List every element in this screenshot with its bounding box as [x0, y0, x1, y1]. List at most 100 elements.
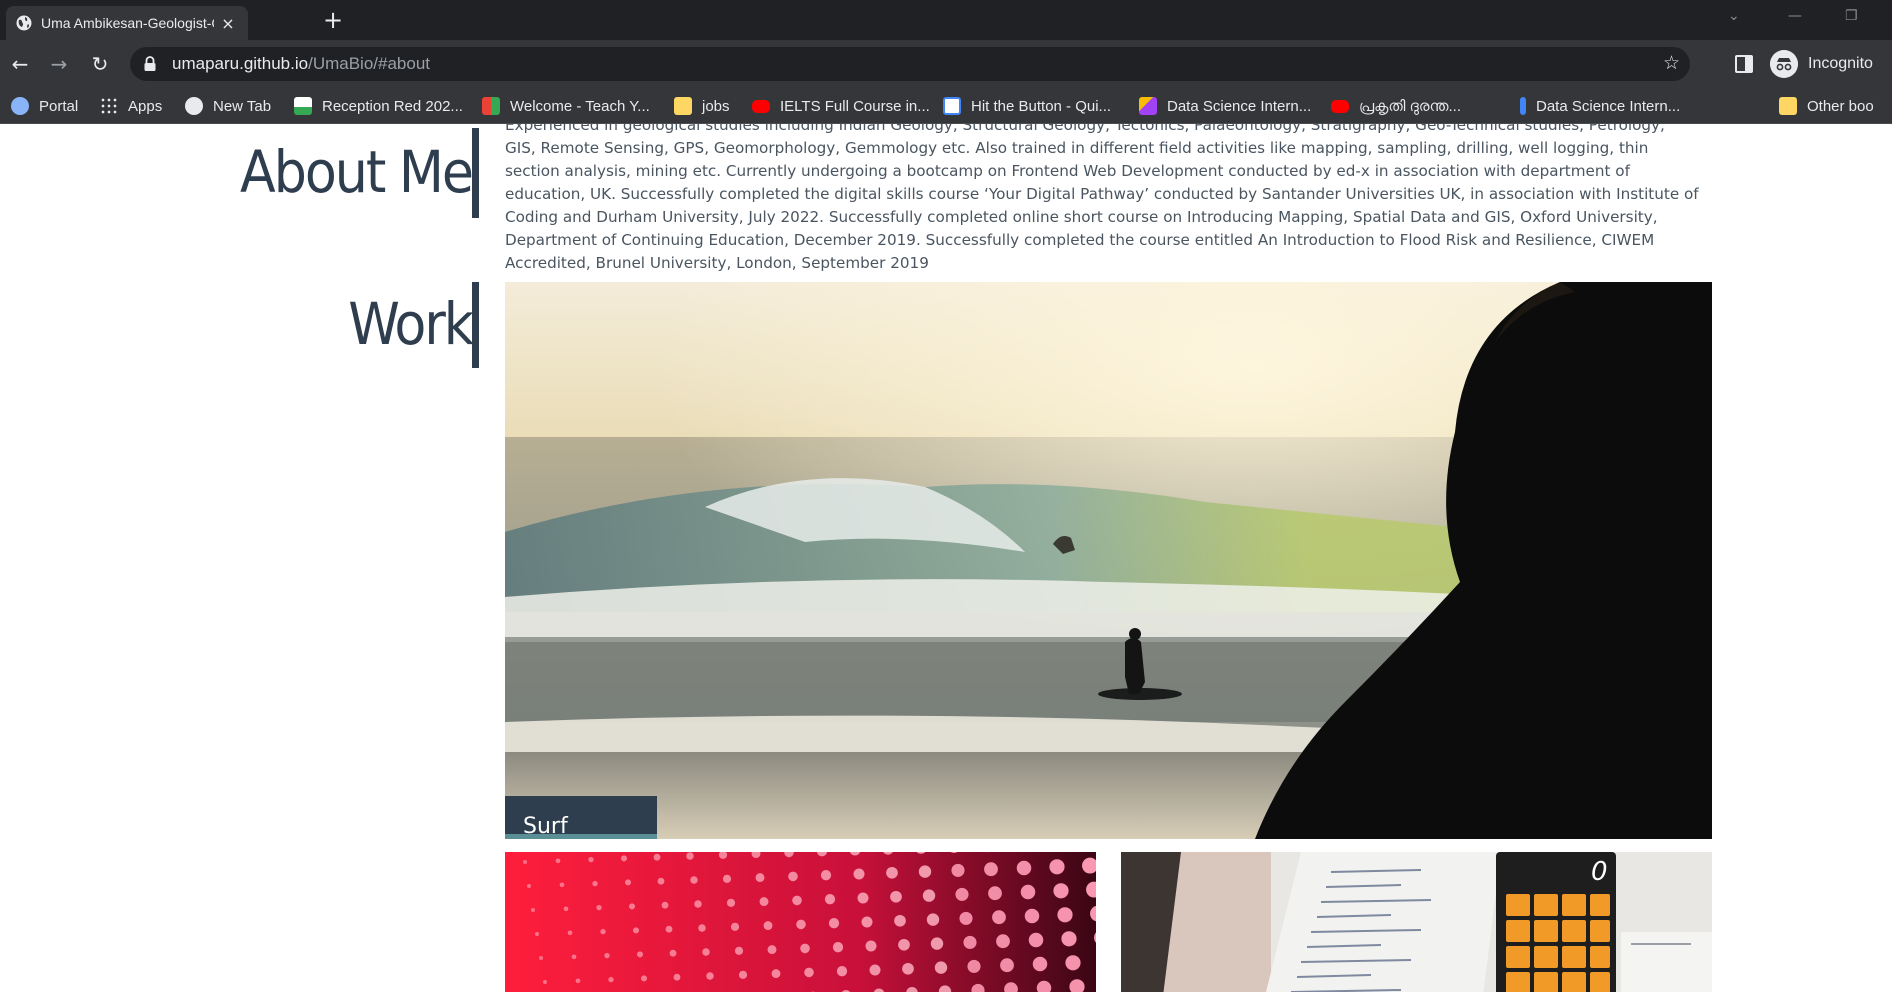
led-dot: [738, 970, 748, 979]
restore-icon[interactable]: ❐: [1845, 8, 1858, 24]
folder-icon: [1779, 97, 1797, 115]
led-dot: [988, 886, 1002, 901]
led-dot: [523, 860, 527, 864]
led-dot: [759, 897, 769, 907]
bookmark-label: Welcome - Teach Y...: [510, 97, 650, 115]
info-icon: [1520, 97, 1526, 115]
work-item-calculator[interactable]: 0: [1121, 852, 1712, 992]
address-bar[interactable]: umaparu.github.io/UmaBio/#about ☆: [130, 47, 1690, 81]
led-dot: [673, 973, 681, 981]
led-dot: [767, 945, 777, 955]
led-dot: [890, 890, 902, 903]
led-wall-photo: [505, 852, 1096, 992]
side-panel-icon[interactable]: [1735, 55, 1753, 73]
about-heading: About Me: [240, 138, 474, 206]
bookmark-label: Reception Red 202...: [322, 97, 463, 115]
reload-icon[interactable]: ↻: [88, 52, 112, 76]
work-item-surf[interactable]: Surf: [505, 282, 1712, 839]
bookmark-label: IELTS Full Course in...: [780, 97, 930, 115]
tab-title: Uma Ambikesan-Geologist-GIS-F: [41, 15, 214, 31]
bookmark-item[interactable]: Hit the Button - Qui...: [943, 96, 1111, 116]
surf-caption: Surf: [505, 796, 657, 839]
led-dot: [620, 855, 628, 862]
bookmark-item[interactable]: New Tab: [185, 96, 271, 116]
globe-icon: [185, 97, 203, 115]
led-dot: [771, 969, 781, 979]
page-content: About Me Experienced in geological studi…: [0, 124, 1892, 992]
led-dot: [702, 948, 710, 956]
led-dot: [1028, 932, 1044, 948]
led-dot: [661, 901, 669, 909]
led-dot: [824, 894, 836, 905]
led-dot: [996, 934, 1010, 949]
incognito-icon[interactable]: [1770, 50, 1798, 78]
led-dot: [1053, 883, 1069, 899]
led-dot: [959, 911, 973, 925]
youtube-icon: [1331, 99, 1349, 113]
led-dot: [832, 942, 844, 953]
lock-icon: [144, 56, 156, 71]
minimize-icon[interactable]: —: [1788, 8, 1802, 24]
calculator-photo: 0: [1121, 852, 1712, 992]
back-arrow-icon[interactable]: ←: [8, 52, 32, 76]
led-dot: [628, 903, 636, 910]
led-dot: [726, 898, 736, 907]
led-dot: [755, 873, 765, 883]
led-dot: [1024, 908, 1040, 924]
bookmark-item[interactable]: Data Science Intern...: [1139, 96, 1311, 116]
led-dot: [1000, 958, 1014, 973]
image-icon: [294, 97, 312, 115]
led-dot: [527, 884, 531, 888]
bookmark-item[interactable]: jobs: [674, 96, 730, 116]
led-dot: [722, 874, 732, 883]
bookmark-star-icon[interactable]: ☆: [1663, 52, 1680, 74]
led-dot: [828, 918, 840, 929]
tab-search-chevron-icon[interactable]: ⌄: [1728, 8, 1740, 24]
led-dot: [922, 889, 936, 902]
led-dot: [992, 910, 1006, 925]
led-dot: [796, 919, 806, 930]
led-dot: [902, 962, 914, 975]
led-dot: [967, 959, 981, 973]
led-dot: [886, 866, 898, 879]
led-dot: [730, 922, 740, 931]
led-dot: [567, 930, 573, 936]
bookmark-item[interactable]: Reception Red 202...: [294, 96, 463, 116]
led-dot: [636, 951, 644, 958]
incognito-label: Incognito: [1808, 55, 1873, 72]
bookmark-item[interactable]: Portal: [11, 96, 78, 116]
led-dot: [1032, 956, 1048, 972]
bookmark-item[interactable]: IELTS Full Course in...: [752, 96, 930, 116]
active-tab[interactable]: Uma Ambikesan-Geologist-GIS-F ×: [6, 6, 248, 40]
bookmark-item[interactable]: Welcome - Teach Y...: [482, 96, 650, 116]
led-dot: [694, 900, 702, 908]
bookmark-label: Portal: [39, 97, 79, 115]
url-text[interactable]: umaparu.github.io/UmaBio/#about: [172, 54, 430, 74]
led-dot: [836, 966, 848, 977]
forward-arrow-icon[interactable]: →: [47, 52, 71, 76]
led-dot: [640, 975, 648, 982]
work-item-led[interactable]: [505, 852, 1096, 992]
led-dot: [955, 887, 969, 901]
tab-close-icon[interactable]: ×: [218, 14, 238, 33]
bookmark-item[interactable]: Apps: [100, 96, 162, 116]
bookmark-item[interactable]: Other boo: [1779, 96, 1874, 116]
led-dot: [539, 956, 543, 960]
led-dot: [535, 932, 539, 936]
led-dot: [800, 943, 810, 954]
work-heading: Work: [348, 290, 474, 358]
checkbox-icon: [943, 97, 961, 115]
about-heading-bar: [472, 128, 479, 218]
bookmark-item[interactable]: പ്രകൃതി ദുരന്ത...: [1331, 96, 1461, 116]
led-dot: [698, 924, 706, 932]
led-dot: [596, 904, 602, 911]
led-dot: [918, 865, 932, 878]
portal-icon: [11, 97, 29, 115]
globe-icon: [16, 15, 32, 31]
new-tab-button[interactable]: +: [319, 7, 347, 35]
led-dot: [1016, 860, 1032, 876]
led-dot: [543, 980, 547, 984]
led-dot: [1061, 931, 1077, 947]
led-dot: [1057, 907, 1073, 923]
bookmark-item[interactable]: Data Science Intern...: [1520, 96, 1680, 116]
